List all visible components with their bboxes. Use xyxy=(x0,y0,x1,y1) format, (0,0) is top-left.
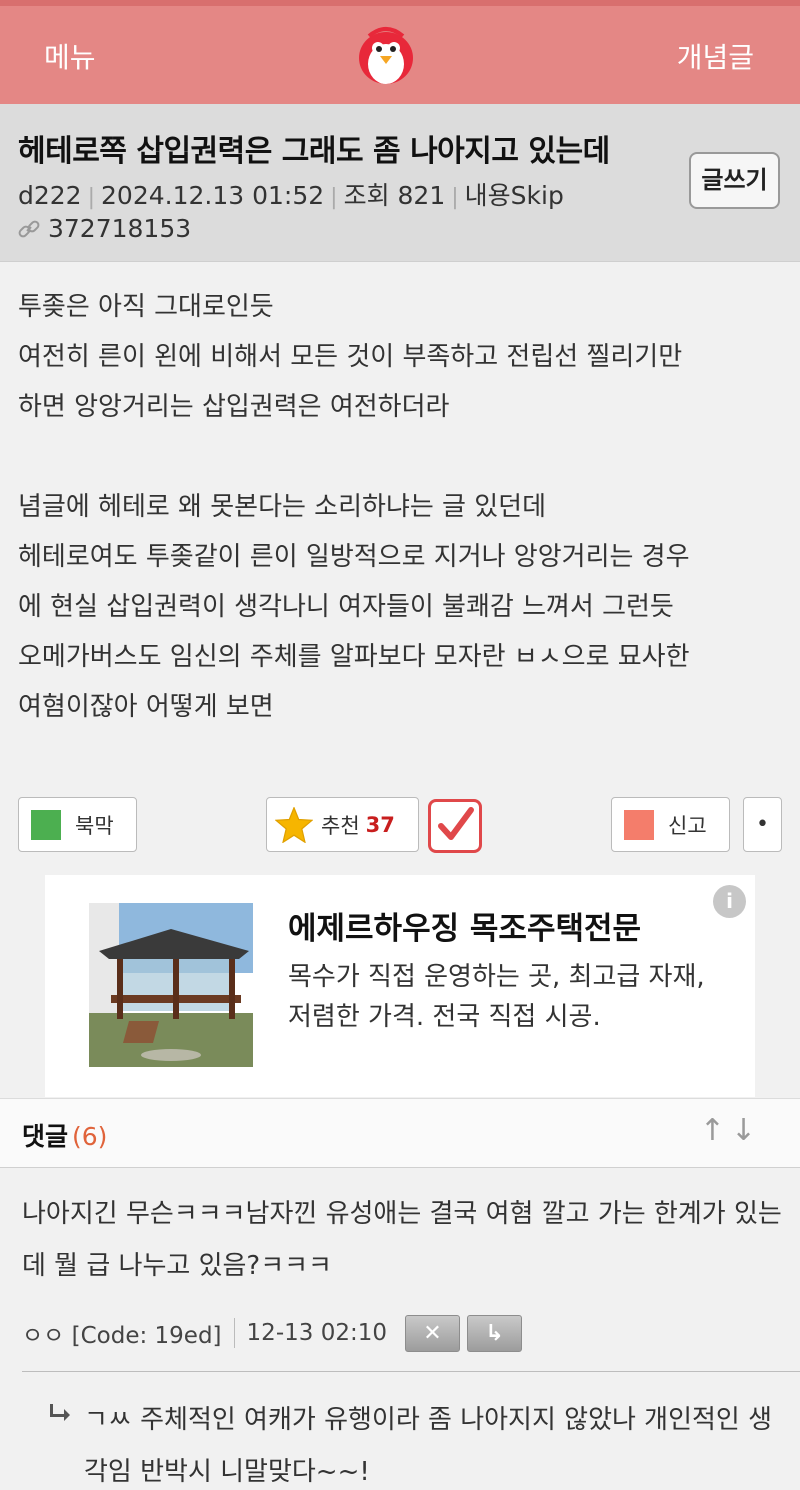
sort-arrows-icon[interactable]: ↑↓ xyxy=(700,1113,762,1148)
comments-count: (6) xyxy=(72,1122,108,1151)
comment-text: 나아지긴 무슨ㅋㅋㅋ남자낀 유성애는 결국 여혐 깔고 가는 한계가 있는데 뭘… xyxy=(22,1199,782,1281)
post-datetime: 2024.12.13 01:52 xyxy=(101,181,325,210)
menu-button[interactable]: 메뉴 xyxy=(44,36,96,76)
top-bar: 메뉴 개념글 xyxy=(0,0,800,104)
post-views: 조회 821 xyxy=(343,181,446,210)
post-meta: d222 | 2024.12.13 01:52 | 조회 821 | 내용Skip xyxy=(18,181,564,210)
report-button[interactable]: 신고 xyxy=(611,797,730,852)
reply-text: ㄱㅆ 주체적인 여캐가 유행이라 좀 나아지지 않았나 개인적인 생각임 반박시… xyxy=(84,1405,773,1487)
penguin-logo-icon[interactable] xyxy=(357,24,415,86)
star-icon xyxy=(275,806,313,843)
body-line: 여혐이잖아 어떻게 보면 xyxy=(18,692,274,722)
meta-divider xyxy=(233,1318,235,1348)
reply-comment: ㄱㅆ 주체적인 여캐가 유행이라 좀 나아지지 않았나 개인적인 생각임 반박시… xyxy=(50,1394,790,1490)
body-line: 념글에 헤테로 왜 못본다는 소리하냐는 글 있던데 xyxy=(18,492,546,522)
post-link[interactable]: 372718153 xyxy=(18,214,191,243)
reply-arrow-icon xyxy=(50,1404,70,1421)
ad-title: 에제르하우징 목조주택전문 xyxy=(288,911,642,947)
concept-posts-link[interactable]: 개념글 xyxy=(677,36,754,76)
body-line: 오메가버스도 임신의 주체를 알파보다 모자란 ㅂㅅ으로 묘사한 xyxy=(18,642,690,672)
body-line: 에 현실 삽입권력이 생각나니 여자들이 불쾌감 느껴서 그런듯 xyxy=(18,592,674,622)
body-line: 하면 앙앙거리는 삽입권력은 여전하더라 xyxy=(18,392,450,422)
recommend-label: 추천 xyxy=(321,813,360,838)
ad-thumbnail-image xyxy=(89,903,253,1067)
comment-time: 12-13 02:10 xyxy=(246,1320,387,1346)
post-author[interactable]: d222 xyxy=(18,181,82,210)
bookmark-button[interactable]: 북막 xyxy=(18,797,137,852)
more-button[interactable]: • xyxy=(743,797,782,852)
body-line: 헤테로여도 투좆같이 른이 일방적으로 지거나 앙앙거리는 경우 xyxy=(18,542,690,572)
post-actions: 북막 추천 37 신고 • xyxy=(0,797,800,853)
link-icon xyxy=(18,220,40,237)
report-square-icon xyxy=(624,809,654,840)
ad-description: 목수가 직접 운영하는 곳, 최고급 자재, 저렴한 가격. 전국 직접 시공. xyxy=(288,962,705,1032)
recommend-count: 37 xyxy=(365,812,395,837)
skip-content-link[interactable]: 내용Skip xyxy=(465,181,564,210)
comment-author[interactable]: ㅇㅇ [Code: 19ed] xyxy=(22,1316,222,1350)
recommend-button[interactable]: 추천 37 xyxy=(266,797,419,852)
comments-title: 댓글 (6) xyxy=(22,1122,108,1151)
reply-comment-button[interactable]: ↳ xyxy=(466,1314,522,1352)
bookmark-square-icon xyxy=(31,809,61,840)
body-line: 여전히 른이 왼에 비해서 모든 것이 부족하고 전립선 찔리기만 xyxy=(18,342,683,372)
delete-comment-button[interactable]: ✕ xyxy=(404,1314,460,1352)
check-icon xyxy=(438,807,474,840)
comment-meta: ㅇㅇ [Code: 19ed] 12-13 02:10 ✕ ↳ xyxy=(22,1313,522,1353)
post-title: 헤테로쪽 삽입권력은 그래도 좀 나아지고 있는데 xyxy=(18,134,610,169)
report-label: 신고 xyxy=(668,813,707,838)
comments-header: 댓글 (6) ↑↓ xyxy=(0,1098,800,1168)
check-button[interactable] xyxy=(428,799,482,853)
bookmark-label: 북막 xyxy=(75,813,114,838)
body-line-blank xyxy=(18,432,788,482)
post-id: 372718153 xyxy=(48,214,192,243)
comment-divider xyxy=(22,1371,800,1372)
post-body: 투좆은 아직 그대로인듯 여전히 른이 왼에 비해서 모든 것이 부족하고 전립… xyxy=(18,282,788,732)
body-line: 투좆은 아직 그대로인듯 xyxy=(18,292,274,322)
post-header: 헤테로쪽 삽입권력은 그래도 좀 나아지고 있는데 d222 | 2024.12.1… xyxy=(0,104,800,262)
ad-banner[interactable]: 에제르하우징 목조주택전문 목수가 직접 운영하는 곳, 최고급 자재, 저렴한… xyxy=(45,875,755,1097)
write-button[interactable]: 글쓰기 xyxy=(689,152,780,209)
info-icon[interactable]: i xyxy=(713,885,746,918)
